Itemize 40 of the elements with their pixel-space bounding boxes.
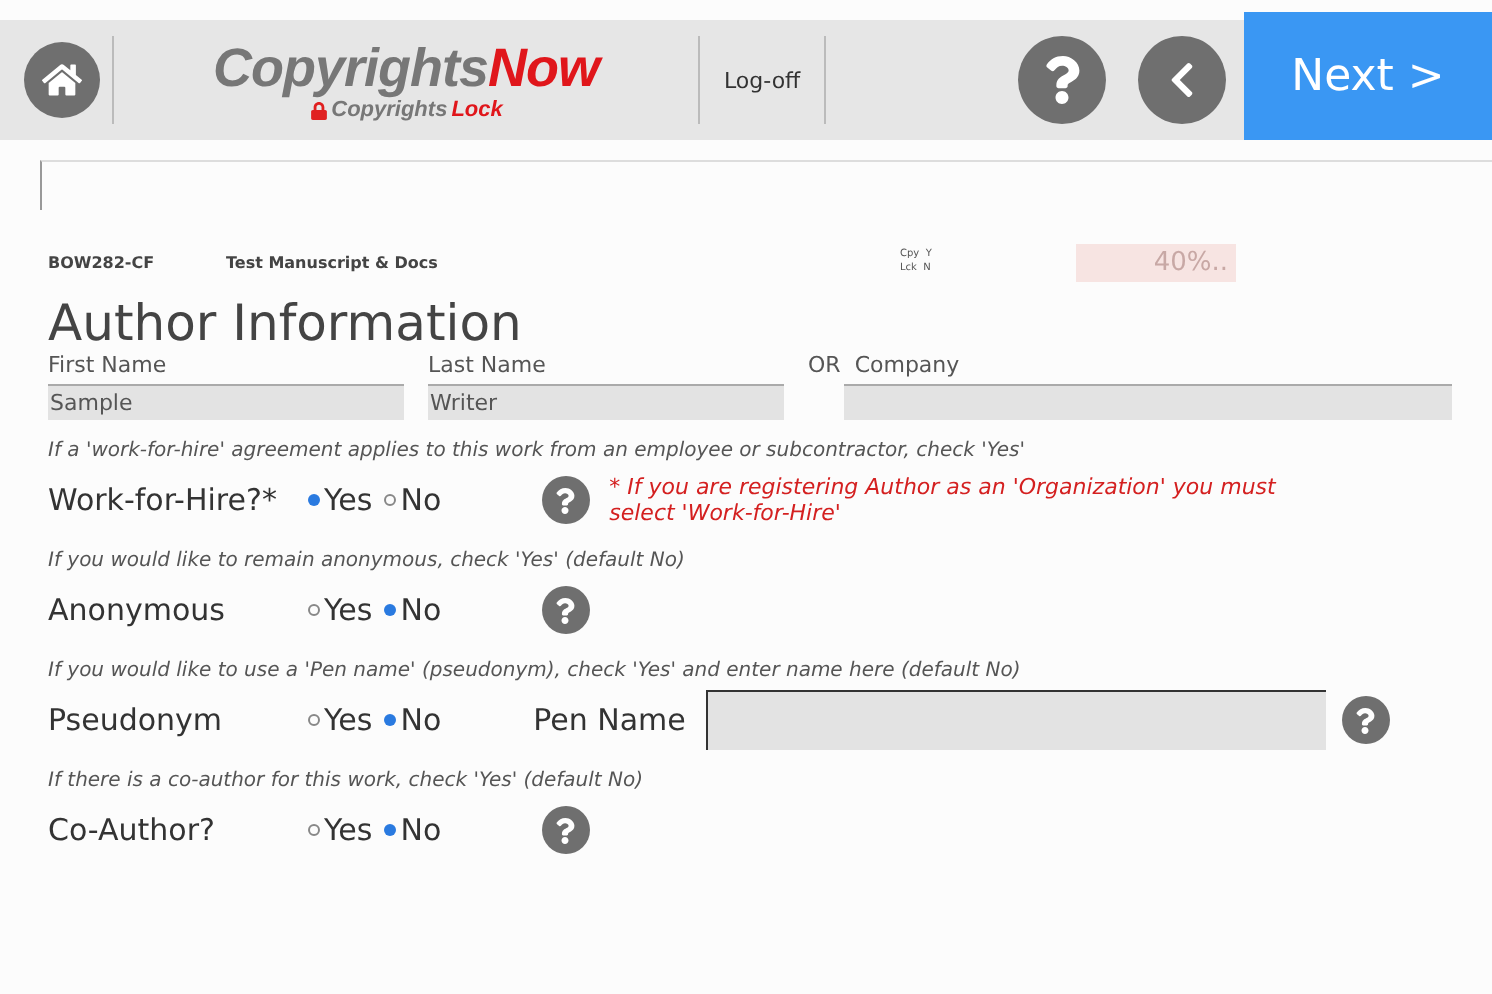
back-icon[interactable] xyxy=(1138,36,1227,124)
field-label: First Name xyxy=(48,352,169,378)
section-title: Author Information xyxy=(48,294,524,352)
question-label: Pseudonym xyxy=(48,702,225,738)
help-icon[interactable] xyxy=(1018,36,1107,124)
company-field[interactable] xyxy=(844,384,1452,420)
radio-option[interactable]: No xyxy=(384,592,442,628)
radio-option[interactable]: Yes xyxy=(308,482,373,518)
help-icon[interactable] xyxy=(541,806,590,854)
hint-text: If a 'work-for-hire' agreement applies to this work from an employee or subcontractor, check 'Yes' xyxy=(48,440,1027,462)
project-code: BOW282-CF xyxy=(48,253,157,271)
logoff-link[interactable]: Log-off xyxy=(712,67,813,93)
field-label: OR Company xyxy=(808,352,962,378)
sub-logo: Copyrights Lock xyxy=(309,98,503,122)
field-label: Pen Name xyxy=(533,702,686,738)
warning-note: * If you are registering Author as an 'Organization' you must select 'Work-for-Hire' xyxy=(609,474,1279,526)
home-icon[interactable] xyxy=(24,42,100,118)
radio-option[interactable]: Yes xyxy=(308,592,373,628)
hint-text: If you would like to use a 'Pen name' (pseudonym), check 'Yes' and enter name here (default No) xyxy=(48,660,1023,682)
hint-text: If there is a co-author for this work, check 'Yes' (default No) xyxy=(48,770,646,792)
help-icon[interactable] xyxy=(541,586,590,634)
question-label: Anonymous xyxy=(48,592,227,628)
radio-option[interactable]: Yes xyxy=(308,702,373,738)
radio-option[interactable]: No xyxy=(384,702,442,738)
logo-wordmark: CopyrightsNow xyxy=(212,38,599,98)
question-label: Work-for-Hire?* xyxy=(48,482,279,518)
radio-option[interactable]: No xyxy=(384,482,442,518)
field-label: Last Name xyxy=(428,352,548,378)
radio-option[interactable]: Yes xyxy=(308,812,373,848)
hint-text: If you would like to remain anonymous, check 'Yes' (default No) xyxy=(48,550,687,572)
top-field[interactable] xyxy=(40,160,1492,210)
name-field[interactable]: Writer xyxy=(428,384,784,420)
question-label: Co-Author? xyxy=(48,812,217,848)
help-icon[interactable] xyxy=(1341,696,1390,744)
name-field[interactable]: Sample xyxy=(48,384,404,420)
project-title: Test Manuscript & Docs xyxy=(226,253,440,271)
radio-option[interactable]: No xyxy=(384,812,442,848)
pen-name-field[interactable] xyxy=(705,690,1326,750)
progress-indicator: 40%.. xyxy=(1076,243,1236,281)
help-icon[interactable] xyxy=(541,476,590,524)
